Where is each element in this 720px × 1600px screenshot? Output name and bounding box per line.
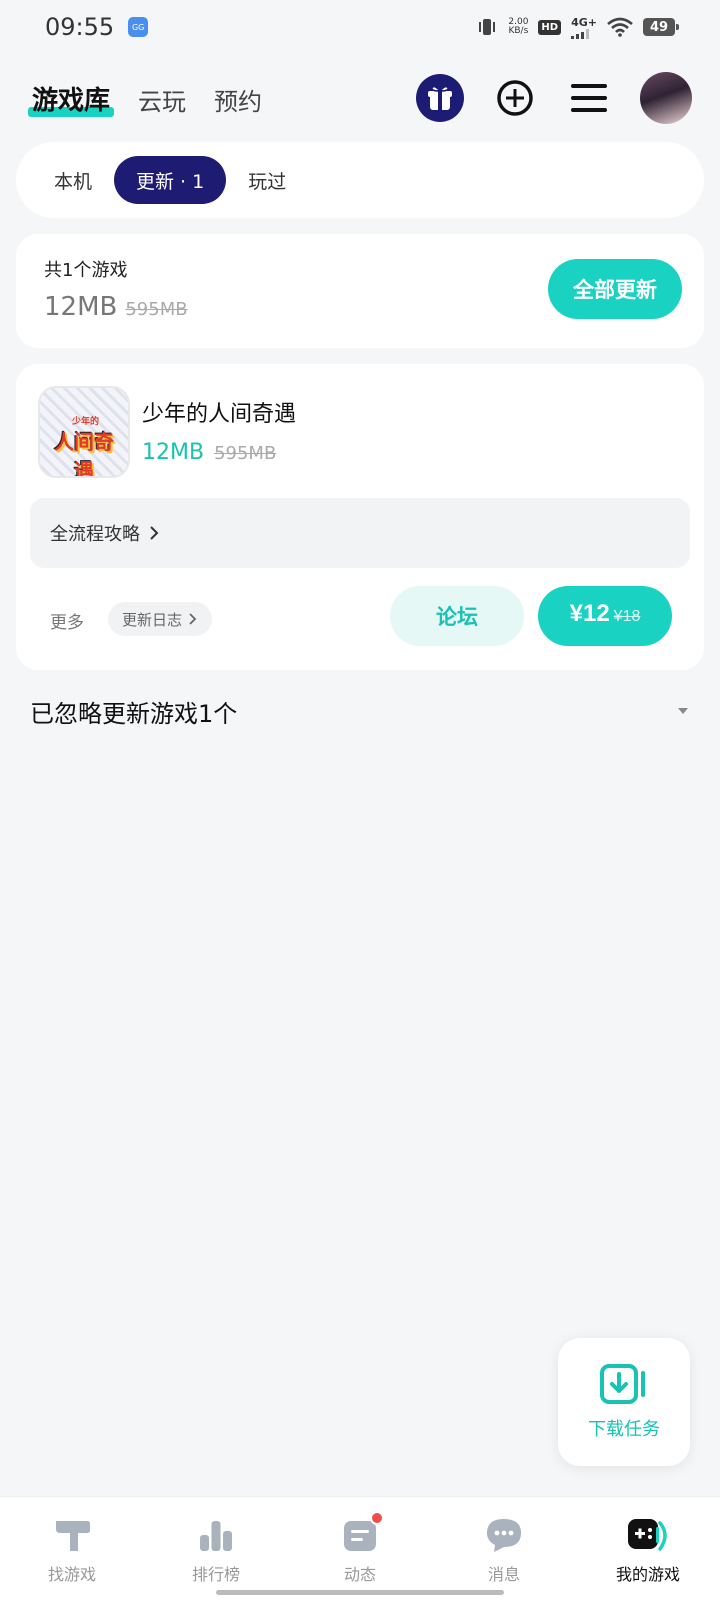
segment-played[interactable]: 玩过 [226, 156, 308, 204]
game-sizes: 12MB 595MB [142, 440, 276, 465]
net-speed: 2.00 KB/s [508, 18, 528, 36]
nav-rankings-label: 排行榜 [191, 1565, 240, 1584]
download-tasks-label: 下载任务 [588, 1419, 660, 1440]
vibrate-icon [479, 19, 496, 35]
changelog-chip[interactable]: 更新日志 [108, 602, 213, 636]
my-games-icon [628, 1519, 667, 1551]
walkthrough-guide-link[interactable]: 全流程攻略 [30, 498, 690, 568]
bottom-nav: 找游戏 排行榜 动态 消息 我的游戏 [0, 1496, 720, 1600]
nav-my-games-label: 我的游戏 [615, 1565, 680, 1584]
forum-button[interactable]: 论坛 [390, 586, 524, 646]
signal-block: 4G+ [571, 16, 597, 39]
rankings-icon [200, 1521, 232, 1551]
chevron-right-icon [150, 526, 159, 540]
nav-messages[interactable]: 消息 [444, 1515, 564, 1600]
menu-icon [571, 84, 607, 112]
battery-indicator: 49 [643, 18, 679, 36]
segment-updates[interactable]: 更新 · 1 [114, 156, 227, 204]
wifi-icon [607, 17, 633, 37]
game-icon[interactable]: 少年的 人间奇遇 [38, 386, 130, 478]
status-bar: 09:55 GG 2.00 KB/s HD 4G+ 49 [0, 0, 720, 54]
add-button[interactable] [492, 75, 538, 121]
ignored-updates-row[interactable]: 已忽略更新游戏1个 [30, 686, 690, 736]
buy-price-button[interactable]: ¥12 ¥18 [538, 586, 672, 646]
summary-size-new: 12MB [44, 292, 118, 322]
menu-button[interactable] [566, 75, 612, 121]
nav-my-games[interactable]: 我的游戏 [588, 1515, 708, 1600]
game-size-new: 12MB [142, 440, 205, 465]
nav-feed[interactable]: 动态 [300, 1511, 420, 1600]
download-icon [600, 1364, 645, 1404]
message-icon [487, 1519, 521, 1552]
segment-tabs: 本机 更新 · 1 玩过 [16, 142, 704, 218]
update-all-button[interactable]: 全部更新 [548, 259, 682, 319]
nav-rankings[interactable]: 排行榜 [156, 1515, 276, 1600]
top-nav: 游戏库 云玩 预约 [0, 62, 720, 134]
more-button[interactable]: 更多 [50, 608, 84, 633]
signal-bars-icon [571, 28, 590, 39]
status-time: 09:55 [45, 13, 115, 41]
summary-size-old: 595MB [125, 299, 188, 320]
tab-reservations[interactable]: 预约 [214, 82, 262, 117]
tab-reservations-label: 预约 [214, 87, 263, 116]
game-size-old: 595MB [214, 443, 277, 464]
chevron-right-icon [189, 613, 197, 625]
net-speed-unit: KB/s [508, 26, 529, 36]
gift-icon [428, 85, 452, 110]
nav-find-games[interactable]: 找游戏 [12, 1515, 132, 1600]
game-name[interactable]: 少年的人间奇遇 [142, 396, 296, 428]
signal-label: 4G+ [571, 15, 597, 29]
status-right: 2.00 KB/s HD 4G+ 49 [476, 16, 679, 39]
find-games-icon [56, 1521, 90, 1551]
price-current: ¥12 [569, 600, 610, 627]
top-actions [416, 72, 692, 124]
app-notification-icon: GG [128, 17, 149, 37]
tab-cloud-play[interactable]: 云玩 [138, 82, 186, 117]
nav-find-games-label: 找游戏 [47, 1565, 96, 1584]
hd-badge: HD [538, 19, 562, 35]
guide-label: 全流程攻略 [50, 524, 140, 545]
game-card: 少年的 人间奇遇 少年的人间奇遇 12MB 595MB 全流程攻略 更多 更新日… [16, 364, 704, 670]
tab-game-library-label: 游戏库 [32, 85, 111, 116]
ignored-updates-label: 已忽略更新游戏1个 [30, 699, 238, 728]
plus-circle-icon [497, 80, 533, 116]
avatar[interactable] [640, 72, 692, 124]
nav-messages-label: 消息 [487, 1565, 520, 1584]
update-summary-card: 共1个游戏 12MB 595MB 全部更新 [16, 234, 704, 348]
changelog-label: 更新日志 [122, 610, 183, 629]
top-tabs: 游戏库 云玩 预约 [28, 80, 416, 117]
gift-button[interactable] [416, 74, 464, 122]
tab-game-library[interactable]: 游戏库 [28, 80, 115, 117]
home-indicator[interactable] [216, 1590, 504, 1595]
download-tasks-button[interactable]: 下载任务 [558, 1338, 690, 1466]
tab-cloud-play-label: 云玩 [138, 87, 187, 116]
price-original: ¥18 [613, 608, 641, 625]
segment-local[interactable]: 本机 [32, 156, 114, 204]
caret-down-icon [678, 708, 688, 714]
game-icon-logo: 人间奇遇 [54, 430, 114, 478]
status-left: 09:55 GG [45, 13, 149, 41]
nav-feed-label: 动态 [343, 1565, 376, 1584]
feed-notification-dot [370, 1511, 384, 1525]
